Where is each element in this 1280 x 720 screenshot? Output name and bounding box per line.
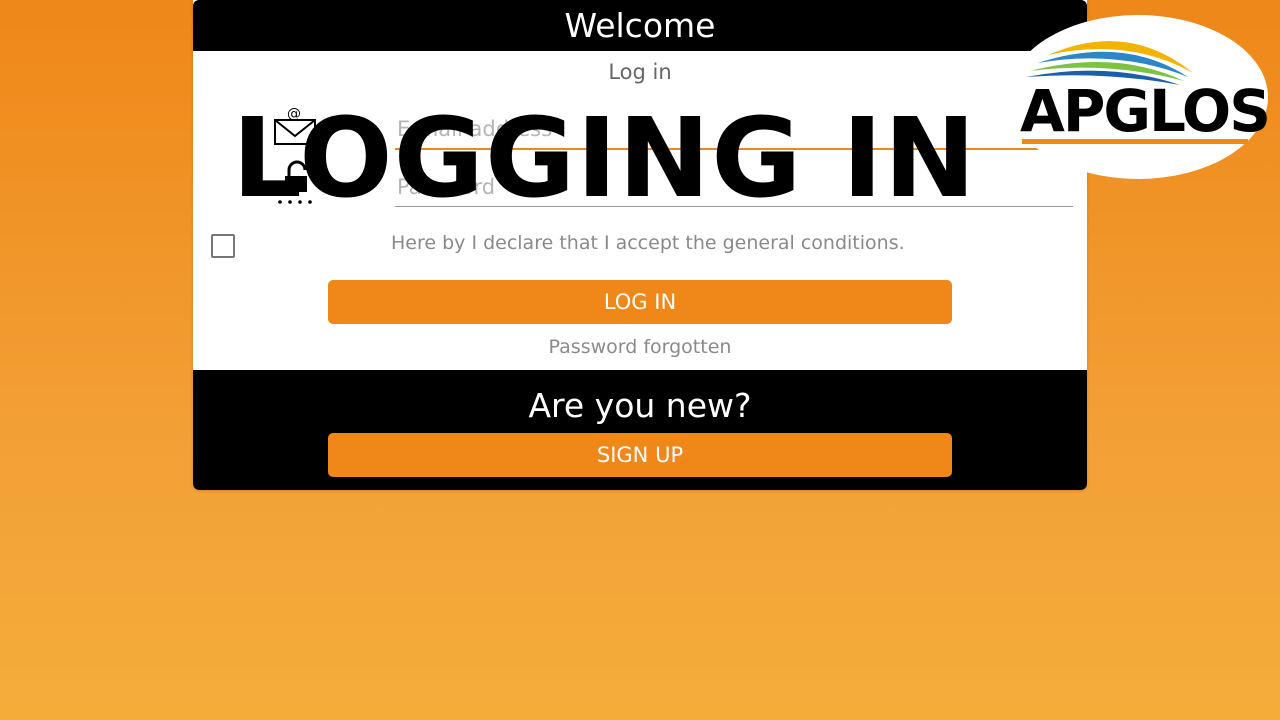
password-forgotten-link[interactable]: Password forgotten [193,336,1087,358]
welcome-header: Welcome [193,0,1087,51]
overlay-title: LOGGING IN [232,94,977,222]
login-subtitle: Log in [608,60,672,84]
terms-checkbox[interactable] [211,234,235,258]
apglos-logo: APGLOS [1008,15,1271,179]
signup-button[interactable]: SIGN UP [328,433,952,477]
login-card: Welcome Log in @ Here by I declare that … [193,0,1087,490]
signup-section: Are you new? SIGN UP [193,370,1087,490]
logo-underline [1022,139,1248,144]
are-you-new-title: Are you new? [528,386,752,425]
terms-label: Here by I declare that I accept the gene… [391,232,905,254]
logo-text: APGLOS [1020,77,1271,145]
login-button[interactable]: LOG IN [328,280,952,324]
